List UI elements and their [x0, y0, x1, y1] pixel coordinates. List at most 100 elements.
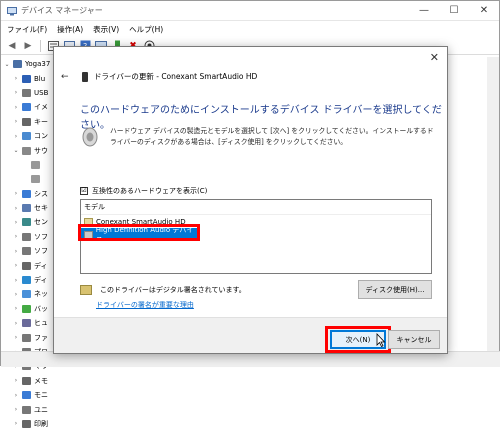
chevron-right-icon[interactable]: ›: [12, 334, 20, 341]
device-category-icon: [22, 132, 31, 141]
tree-item-label: サウ: [34, 146, 48, 155]
tree-item[interactable]: › ユニ: [1, 402, 61, 416]
device-category-icon: [22, 405, 31, 414]
chevron-down-icon[interactable]: ⌄: [12, 147, 20, 154]
chevron-right-icon[interactable]: ›: [12, 233, 20, 240]
device-category-icon: [22, 290, 31, 299]
tree-item-label: ファ: [34, 333, 48, 342]
tree-item-label: ソフ: [34, 247, 48, 256]
tree-item[interactable]: › キー: [1, 115, 61, 129]
chevron-right-icon[interactable]: ›: [12, 420, 20, 427]
tree-item[interactable]: › シス: [1, 187, 61, 201]
device-category-icon: [22, 333, 31, 342]
tree-item[interactable]: › セキ: [1, 201, 61, 215]
tree-item[interactable]: › イメ: [1, 100, 61, 114]
chevron-right-icon[interactable]: ›: [12, 205, 20, 212]
chevron-right-icon[interactable]: ›: [12, 118, 20, 125]
device-category-icon: [31, 175, 40, 184]
device-manager-titlebar: デバイス マネージャー — ☐ ✕: [1, 1, 499, 21]
close-window-icon[interactable]: ✕: [469, 1, 499, 21]
back-arrow-icon[interactable]: ←: [61, 72, 69, 82]
tree-item[interactable]: › ディ: [1, 273, 61, 287]
tree-item-label: ユニ: [34, 405, 48, 414]
tree-item[interactable]: › 印刷: [1, 417, 61, 431]
dialog-header-title: ドライバーの更新 - Conexant SmartAudio HD: [94, 72, 258, 81]
signature-row: このドライバーはデジタル署名されています。: [80, 285, 246, 295]
tree-item-label: バッ: [34, 304, 48, 313]
tree-item[interactable]: › モニ: [1, 388, 61, 402]
device-category-icon: [22, 304, 31, 313]
tree-item[interactable]: › ネッ: [1, 287, 61, 301]
tree-item-label: シス: [34, 189, 48, 198]
tree-scrollbar[interactable]: [487, 57, 499, 351]
update-driver-dialog: ✕ ← ドライバーの更新 - Conexant SmartAudio HD この…: [53, 46, 448, 354]
minimize-icon[interactable]: —: [409, 1, 439, 21]
tree-item[interactable]: › ソフ: [1, 244, 61, 258]
chevron-right-icon[interactable]: ›: [12, 262, 20, 269]
chevron-down-icon[interactable]: ⌄: [3, 61, 11, 68]
tree-item[interactable]: › USB: [1, 86, 61, 100]
close-icon[interactable]: ✕: [430, 51, 439, 64]
tree-item-label: ディ: [34, 261, 48, 270]
dialog-header: ドライバーの更新 - Conexant SmartAudio HD: [82, 71, 257, 82]
cancel-button[interactable]: キャンセル: [388, 330, 440, 349]
tree-item[interactable]: › バッ: [1, 302, 61, 316]
compat-hardware-checkbox-row[interactable]: ☑ 互換性のあるハードウェアを表示(C): [80, 186, 207, 196]
tree-item-label: セキ: [34, 204, 48, 213]
tree-item[interactable]: › ディ: [1, 258, 61, 272]
menu-help[interactable]: ヘルプ(H): [129, 24, 163, 35]
chevron-right-icon[interactable]: ›: [12, 219, 20, 226]
device-category-icon: [22, 376, 31, 385]
have-disk-button[interactable]: ディスク使用(H)...: [358, 280, 432, 299]
chevron-right-icon[interactable]: ›: [12, 89, 20, 96]
forward-icon[interactable]: ▶: [21, 39, 35, 53]
tree-item-label: ソフ: [34, 232, 48, 241]
tree-item[interactable]: › ソフ: [1, 230, 61, 244]
chevron-right-icon[interactable]: ›: [12, 248, 20, 255]
tree-item[interactable]: › ヒュ: [1, 316, 61, 330]
device-category-icon: [22, 247, 31, 256]
chevron-right-icon[interactable]: ›: [12, 104, 20, 111]
tree-item[interactable]: ⌄ サウ: [1, 143, 61, 157]
menu-view[interactable]: 表示(V): [93, 24, 119, 35]
maximize-icon[interactable]: ☐: [439, 1, 469, 21]
menu-file[interactable]: ファイル(F): [7, 24, 47, 35]
tree-item[interactable]: › ファ: [1, 330, 61, 344]
device-category-icon: [22, 74, 31, 83]
chevron-right-icon[interactable]: ›: [12, 133, 20, 140]
device-category-icon: [22, 218, 31, 227]
chevron-right-icon[interactable]: ›: [12, 305, 20, 312]
device-category-icon: [22, 204, 31, 213]
menu-action[interactable]: 操作(A): [57, 24, 83, 35]
tree-item[interactable]: ⌄ Yoga37: [1, 57, 61, 71]
menubar: ファイル(F) 操作(A) 表示(V) ヘルプ(H): [1, 21, 499, 37]
tree-item-label: 印刷: [34, 419, 48, 428]
device-category-icon: [13, 60, 22, 69]
tree-item[interactable]: › Blu: [1, 71, 61, 85]
tree-item[interactable]: › コン: [1, 129, 61, 143]
chevron-right-icon[interactable]: ›: [12, 392, 20, 399]
device-category-icon: [22, 189, 31, 198]
tree-item-label: USB: [34, 88, 49, 97]
tree-item[interactable]: [1, 158, 61, 172]
tree-item[interactable]: › セン: [1, 215, 61, 229]
chevron-right-icon[interactable]: ›: [12, 406, 20, 413]
device-category-icon: [22, 261, 31, 270]
back-icon[interactable]: ◀: [5, 39, 19, 53]
speaker-icon: [82, 127, 98, 147]
device-category-icon: [22, 117, 31, 126]
device-category-icon: [31, 160, 40, 169]
tree-item-label: イメ: [34, 103, 48, 112]
signing-info-link[interactable]: ドライバーの署名が重要な理由: [96, 300, 194, 310]
instruction-text: ハードウェア デバイスの製造元とモデルを選択して [次へ] をクリックしてくださ…: [110, 127, 434, 146]
signature-status-text: このドライバーはデジタル署名されています。: [100, 286, 246, 294]
chevron-right-icon[interactable]: ›: [12, 277, 20, 284]
tree-item[interactable]: [1, 172, 61, 186]
chevron-right-icon[interactable]: ›: [12, 291, 20, 298]
chevron-right-icon[interactable]: ›: [12, 190, 20, 197]
tree-item[interactable]: › メモ: [1, 374, 61, 388]
chevron-right-icon[interactable]: ›: [12, 75, 20, 82]
compat-hardware-checkbox[interactable]: ☑: [80, 187, 88, 195]
chevron-right-icon[interactable]: ›: [12, 320, 20, 327]
chevron-right-icon[interactable]: ›: [12, 377, 20, 384]
